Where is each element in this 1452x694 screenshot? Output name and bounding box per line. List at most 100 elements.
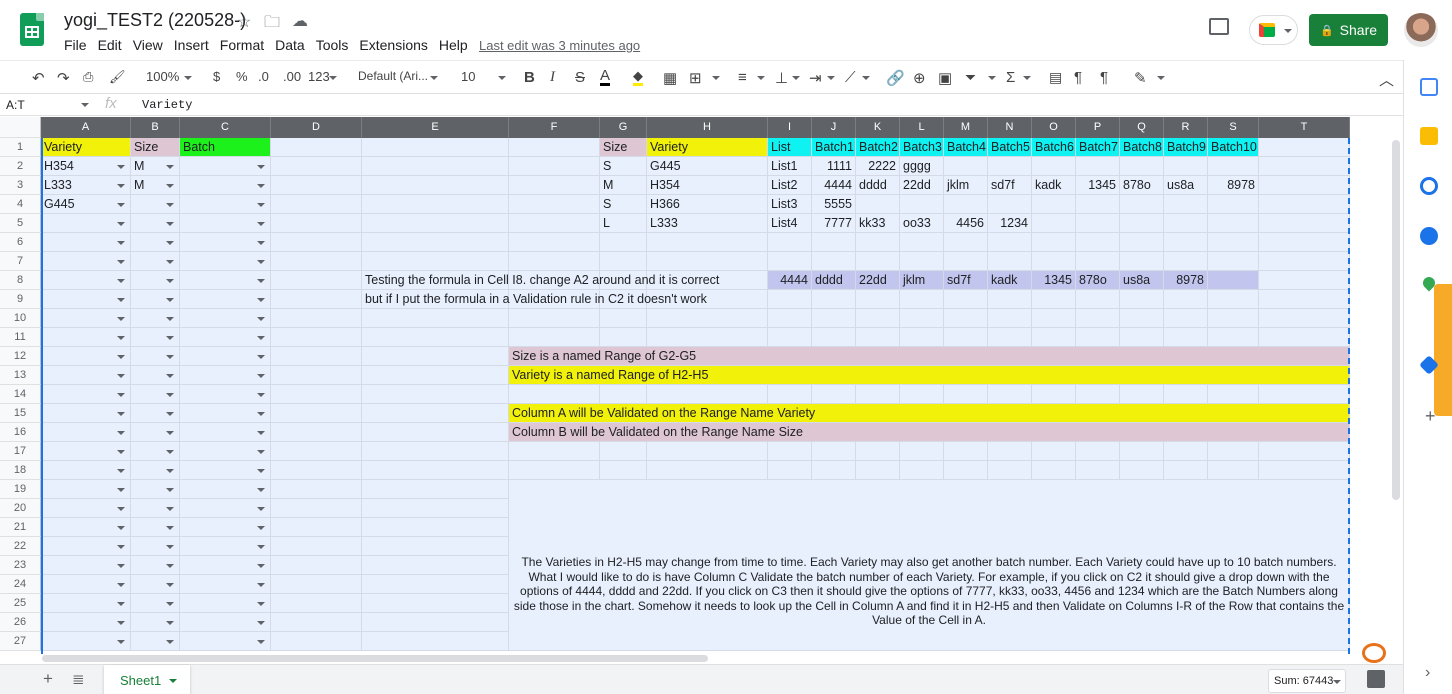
dropdown-chevron-icon[interactable]: [257, 602, 265, 606]
cell-n5[interactable]: 1234: [988, 214, 1032, 233]
dropdown-chevron-icon[interactable]: [117, 260, 125, 264]
dropdown-chevron-icon[interactable]: [117, 203, 125, 207]
dropdown-chevron-icon[interactable]: [117, 317, 125, 321]
row-header-8[interactable]: 8: [0, 271, 41, 290]
cell-j7[interactable]: [812, 252, 856, 271]
cell-e13[interactable]: [362, 366, 509, 385]
row-header-19[interactable]: 19: [0, 480, 41, 499]
cell-d8[interactable]: [271, 271, 362, 290]
cell-o4[interactable]: [1032, 195, 1076, 214]
column-header-t[interactable]: T: [1259, 117, 1350, 138]
cell-j2[interactable]: 1111: [812, 157, 856, 176]
cell-d5[interactable]: [271, 214, 362, 233]
menu-help[interactable]: Help: [439, 37, 479, 53]
cell-i6[interactable]: [768, 233, 812, 252]
dropdown-chevron-icon[interactable]: [257, 203, 265, 207]
cell-t17[interactable]: [1259, 442, 1350, 461]
cell-q3[interactable]: 878o: [1120, 176, 1164, 195]
explore-icon[interactable]: [1367, 670, 1385, 688]
dropdown-chevron-icon[interactable]: [166, 222, 174, 226]
cell-m10[interactable]: [944, 309, 988, 328]
menu-edit[interactable]: Edit: [98, 37, 133, 53]
cell-h7[interactable]: [647, 252, 768, 271]
horizontal-align-icon[interactable]: ≡: [738, 69, 747, 86]
dropdown-chevron-icon[interactable]: [166, 450, 174, 454]
text-wrapping-icon[interactable]: ⇥: [809, 69, 822, 87]
cell-l18[interactable]: [900, 461, 944, 480]
cell-s5[interactable]: [1208, 214, 1259, 233]
menu-data[interactable]: Data: [275, 37, 316, 53]
cell-e8[interactable]: Testing the formula in Cell I8. change A…: [362, 271, 719, 290]
cell-q1[interactable]: Batch8: [1120, 138, 1164, 157]
cell-g2[interactable]: S: [600, 157, 647, 176]
cell-i10[interactable]: [768, 309, 812, 328]
cell-e21[interactable]: [362, 518, 509, 537]
cell-f11[interactable]: [509, 328, 600, 347]
meet-button[interactable]: [1249, 15, 1298, 45]
cell-m7[interactable]: [944, 252, 988, 271]
cell-n11[interactable]: [988, 328, 1032, 347]
cell-j11[interactable]: [812, 328, 856, 347]
row-header-27[interactable]: 27: [0, 632, 41, 651]
column-header-b[interactable]: B: [131, 117, 180, 138]
insert-comment-icon[interactable]: ⊕: [913, 69, 926, 87]
cell-m14[interactable]: [944, 385, 988, 404]
cell-d9[interactable]: [271, 290, 362, 309]
collapse-menu-icon[interactable]: ︿: [1379, 69, 1394, 90]
cell-h10[interactable]: [647, 309, 768, 328]
share-button[interactable]: 🔒 Share: [1309, 14, 1388, 46]
cell-d11[interactable]: [271, 328, 362, 347]
cell-q18[interactable]: [1120, 461, 1164, 480]
dropdown-chevron-icon[interactable]: [257, 431, 265, 435]
dropdown-chevron-icon[interactable]: [117, 412, 125, 416]
star-icon[interactable]: ☆: [237, 12, 251, 32]
cell-j1[interactable]: Batch1: [812, 138, 856, 157]
cell-t6[interactable]: [1259, 233, 1350, 252]
cell-k9[interactable]: [856, 290, 900, 309]
dropdown-chevron-icon[interactable]: [166, 298, 174, 302]
row-header-17[interactable]: 17: [0, 442, 41, 461]
dropdown-chevron-icon[interactable]: [117, 184, 125, 188]
dropdown-chevron-icon[interactable]: [117, 640, 125, 644]
row-header-15[interactable]: 15: [0, 404, 41, 423]
cell-r7[interactable]: [1164, 252, 1208, 271]
cell-d3[interactable]: [271, 176, 362, 195]
functions-icon[interactable]: Σ: [1006, 69, 1015, 86]
calendar-icon[interactable]: [1420, 78, 1438, 96]
cell-r14[interactable]: [1164, 385, 1208, 404]
dropdown-chevron-icon[interactable]: [117, 469, 125, 473]
cell-i14[interactable]: [768, 385, 812, 404]
cell-l5[interactable]: oo33: [900, 214, 944, 233]
cell-s2[interactable]: [1208, 157, 1259, 176]
cell-o1[interactable]: Batch6: [1032, 138, 1076, 157]
cell-p14[interactable]: [1076, 385, 1120, 404]
pen-icon[interactable]: ✎: [1134, 69, 1147, 87]
cell-j5[interactable]: 7777: [812, 214, 856, 233]
cell-i5[interactable]: List4: [768, 214, 812, 233]
menu-file[interactable]: File: [64, 37, 98, 53]
cell-d2[interactable]: [271, 157, 362, 176]
cell-h5[interactable]: L333: [647, 214, 768, 233]
cell-t5[interactable]: [1259, 214, 1350, 233]
sum-indicator[interactable]: Sum: 67443: [1268, 669, 1346, 693]
dropdown-chevron-icon[interactable]: [257, 564, 265, 568]
row-header-10[interactable]: 10: [0, 309, 41, 328]
cell-n18[interactable]: [988, 461, 1032, 480]
row-header-9[interactable]: 9: [0, 290, 41, 309]
dropdown-chevron-icon[interactable]: [257, 279, 265, 283]
cell-f5[interactable]: [509, 214, 600, 233]
dropdown-chevron-icon[interactable]: [257, 583, 265, 587]
cell-m1[interactable]: Batch4: [944, 138, 988, 157]
cell-k14[interactable]: [856, 385, 900, 404]
dropdown-chevron-icon[interactable]: [117, 165, 125, 169]
cell-k18[interactable]: [856, 461, 900, 480]
cell-s14[interactable]: [1208, 385, 1259, 404]
dropdown-chevron-icon[interactable]: [166, 621, 174, 625]
column-header-s[interactable]: S: [1208, 117, 1259, 138]
ltr-icon[interactable]: ¶: [1074, 69, 1082, 86]
currency-button[interactable]: $: [213, 69, 220, 84]
cell-p3[interactable]: 1345: [1076, 176, 1120, 195]
cell-t8[interactable]: [1259, 271, 1350, 290]
cell-t2[interactable]: [1259, 157, 1350, 176]
all-sheets-icon[interactable]: ≣: [72, 670, 85, 688]
